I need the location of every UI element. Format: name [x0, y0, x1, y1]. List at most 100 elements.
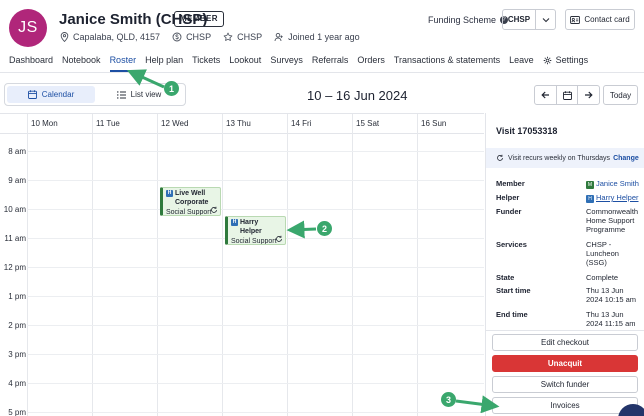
- tab-surveys[interactable]: Surveys: [270, 55, 303, 72]
- detail-value: Thu 13 Jun 2024 11:15 am: [586, 310, 636, 328]
- detail-value: H Harry Helper: [586, 193, 641, 203]
- calendar-grid-icon: [562, 90, 572, 100]
- recurring-icon: [276, 235, 282, 242]
- visit-details-panel: Visit 17053318 Visit recurs weekly on Th…: [485, 113, 644, 416]
- tabs-divider: [0, 72, 644, 73]
- change-recurrence-link[interactable]: Change: [613, 155, 639, 162]
- detail-row-funder: Funder Commonwealth Home Support Program…: [496, 207, 641, 234]
- day-header: 12 Wed: [161, 119, 189, 128]
- member-badge-icon: M: [586, 181, 594, 189]
- hour-line: [27, 151, 484, 152]
- hour-line: [27, 180, 484, 181]
- member-link[interactable]: Janice Smith: [596, 179, 639, 188]
- date-nav-group: [534, 85, 600, 105]
- column-divider: [352, 114, 353, 416]
- unacquit-button[interactable]: Unacquit: [492, 355, 638, 372]
- detail-row-start-time: Start time Thu 13 Jun 2024 10:15 am: [496, 286, 641, 304]
- detail-key: Member: [496, 179, 525, 188]
- location-item: Capalaba, QLD, 4157: [60, 32, 160, 42]
- column-divider: [287, 114, 288, 416]
- program-star-text: CHSP: [237, 32, 263, 42]
- time-label: 9 am: [8, 176, 26, 185]
- funding-scheme-value: CHSP: [503, 10, 536, 29]
- actions-divider: [486, 330, 644, 331]
- joined-text: Joined 1 year ago: [288, 32, 360, 42]
- time-label: 11 am: [4, 234, 26, 243]
- program-item: CHSP: [172, 32, 211, 42]
- detail-value: Thu 13 Jun 2024 10:15 am: [586, 286, 637, 304]
- detail-key: End time: [496, 310, 528, 319]
- detail-row-services: Services CHSP - Luncheon (SSG): [496, 240, 641, 267]
- client-meta-row: Capalaba, QLD, 4157 CHSP CHSP Joined 1 y…: [60, 32, 372, 42]
- time-label: 12 pm: [3, 263, 26, 272]
- visit-event[interactable]: H Live Well Corporate Social Support: [160, 187, 221, 216]
- time-label: 10 am: [3, 205, 26, 214]
- day-header: 10 Mon: [31, 119, 58, 128]
- helper-badge-icon: H: [231, 219, 238, 226]
- date-range-title: 10 – 16 Jun 2024: [307, 88, 408, 103]
- joined-item: Joined 1 year ago: [274, 32, 360, 42]
- tab-leave[interactable]: Leave: [509, 55, 534, 72]
- day-header: 13 Thu: [226, 119, 251, 128]
- program-star-item: CHSP: [223, 32, 262, 42]
- calendar-view-button[interactable]: Calendar: [7, 86, 95, 103]
- previous-week-button[interactable]: [535, 86, 556, 104]
- detail-value: Commonwealth Home Support Programme: [586, 207, 639, 234]
- tab-roster[interactable]: Roster: [109, 55, 136, 72]
- funding-scheme-label-text: Funding Scheme: [428, 15, 497, 25]
- invoices-button[interactable]: Invoices: [492, 397, 638, 414]
- time-label: 2 pm: [8, 321, 26, 330]
- detail-value: CHSP - Luncheon (SSG): [586, 240, 619, 267]
- column-divider: [27, 114, 28, 416]
- member-badge: MEMBER: [174, 11, 224, 27]
- time-label: 1 pm: [8, 292, 26, 301]
- time-label: 4 pm: [8, 379, 26, 388]
- hour-line: [27, 296, 484, 297]
- today-button[interactable]: Today: [603, 85, 638, 105]
- funding-scheme-select[interactable]: CHSP: [502, 9, 556, 30]
- tab-help-plan[interactable]: Help plan: [145, 55, 183, 72]
- detail-value: M Janice Smith: [586, 179, 641, 189]
- arrow-right-icon: [585, 91, 593, 99]
- event-title: H Harry Helper: [231, 218, 282, 236]
- program-text: CHSP: [186, 32, 212, 42]
- chevron-down-icon[interactable]: [536, 17, 555, 23]
- tab-tickets[interactable]: Tickets: [192, 55, 220, 72]
- tab-settings[interactable]: Settings: [543, 55, 588, 72]
- time-label: 3 pm: [8, 350, 26, 359]
- date-picker-button[interactable]: [555, 86, 578, 104]
- event-title-text: Live Well Corporate: [175, 190, 209, 206]
- helper-badge-icon: H: [586, 195, 594, 203]
- helper-badge-icon: H: [166, 190, 173, 197]
- event-subtitle: Social Support Group -: [231, 238, 277, 245]
- detail-row-end-time: End time Thu 13 Jun 2024 11:15 am: [496, 310, 641, 328]
- tab-referrals[interactable]: Referrals: [312, 55, 349, 72]
- recurrence-text: Visit recurs weekly on Thursdays: [508, 154, 611, 162]
- tab-notebook[interactable]: Notebook: [62, 55, 101, 72]
- next-week-button[interactable]: [577, 86, 599, 104]
- gear-icon: [543, 56, 551, 65]
- helper-link[interactable]: Harry Helper: [596, 193, 639, 202]
- detail-row-helper: Helper H Harry Helper: [496, 193, 641, 203]
- contact-card-button[interactable]: Contact card: [565, 9, 635, 30]
- calendar-icon: [27, 90, 37, 99]
- hour-line: [27, 354, 484, 355]
- funding-scheme-label: Funding Scheme ?: [428, 15, 509, 25]
- location-text: Capalaba, QLD, 4157: [73, 32, 161, 42]
- edit-checkout-button[interactable]: Edit checkout: [492, 334, 638, 351]
- star-icon: [223, 32, 233, 41]
- tab-lookout[interactable]: Lookout: [229, 55, 261, 72]
- tab-dashboard[interactable]: Dashboard: [9, 55, 53, 72]
- column-divider: [157, 114, 158, 416]
- detail-value: Complete: [586, 273, 619, 282]
- switch-funder-button[interactable]: Switch funder: [492, 376, 638, 393]
- detail-key: Funder: [496, 207, 522, 216]
- money-icon: [172, 32, 182, 42]
- tab-orders[interactable]: Orders: [357, 55, 385, 72]
- user-join-icon: [274, 32, 283, 42]
- hour-line: [27, 267, 484, 268]
- annotation-callout-1: 1: [164, 81, 179, 96]
- recurring-icon: [497, 154, 503, 161]
- tab-transactions[interactable]: Transactions & statements: [394, 55, 500, 72]
- visit-event[interactable]: H Harry Helper Social Support Group -: [225, 216, 286, 245]
